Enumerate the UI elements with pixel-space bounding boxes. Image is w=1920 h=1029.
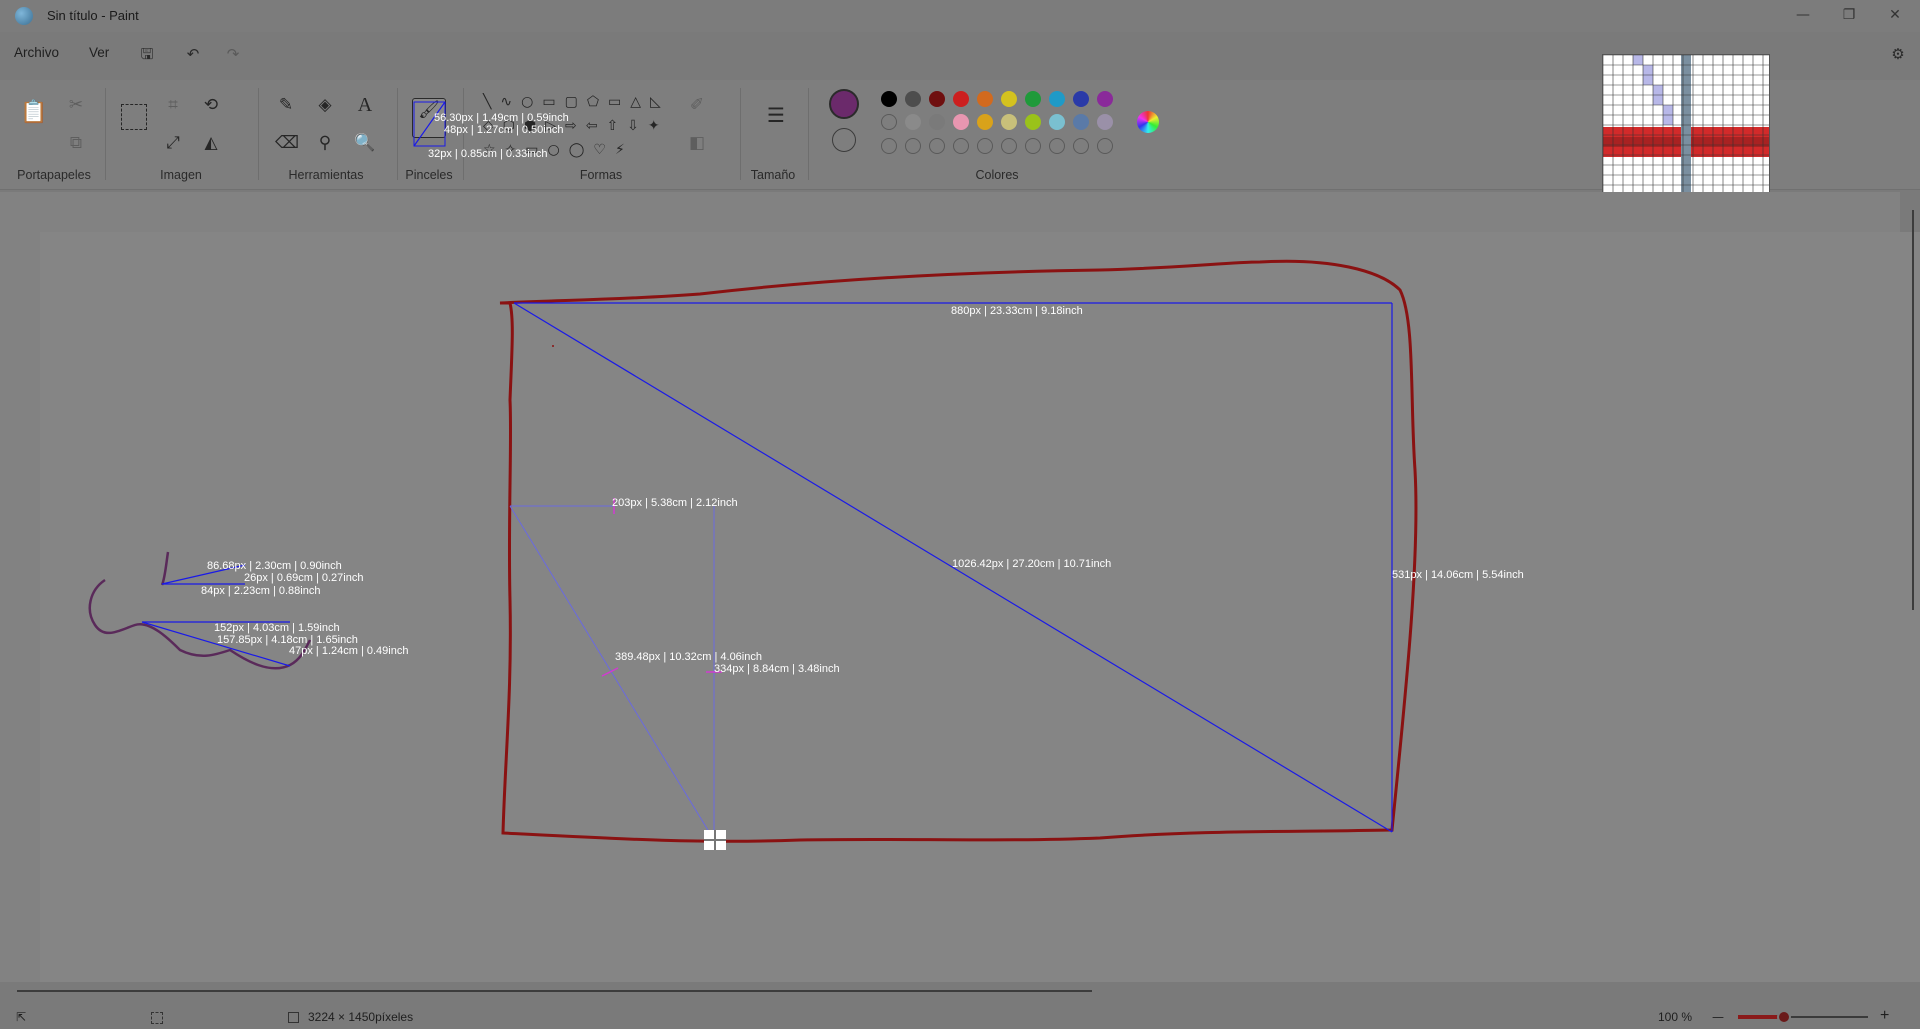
pointer-icon: ⇱ — [16, 1010, 27, 1024]
canvas-size: 3224 × 1450píxeles — [308, 1010, 414, 1024]
selection-size-icon — [151, 1012, 163, 1024]
label-small-3: 84px | 2.23cm | 0.88inch — [201, 585, 320, 597]
measure-line-inner-diag — [509, 505, 715, 841]
label-inner-h: 203px | 5.38cm | 2.12inch — [612, 497, 738, 509]
label-diagonal: 1026.42px | 27.20cm | 10.71inch — [952, 558, 1111, 570]
canvas-size-icon — [288, 1012, 299, 1023]
crosshair-cursor — [704, 830, 726, 850]
label-small-1: 86.68px | 2.30cm | 0.90inch — [207, 560, 342, 572]
label-small-2: 26px | 0.69cm | 0.27inch — [244, 572, 363, 584]
drawing-overlay: 56.30px | 1.49cm | 0.59inch 48px | 1.27c… — [88, 101, 1524, 850]
brush-label-3: 32px | 0.85cm | 0.33inch — [428, 148, 547, 160]
label-small-4: 152px | 4.03cm | 1.59inch — [214, 622, 340, 634]
label-inner-diag: 389.48px | 10.32cm | 4.06inch — [615, 651, 762, 663]
zoom-out-button[interactable]: — — [1712, 1010, 1724, 1024]
brush-label-1: 56.30px | 1.49cm | 0.59inch — [434, 112, 569, 124]
label-small-6: 47px | 1.24cm | 0.49inch — [289, 645, 408, 657]
status-bar: ⇱ 3224 × 1450píxeles 100 % — + — [0, 1004, 1920, 1029]
red-freehand-shape — [499, 259, 1418, 843]
brush-label-2: 48px | 1.27cm | 0.50inch — [444, 124, 563, 136]
zoom-in-button[interactable]: + — [1880, 1007, 1889, 1025]
brush-measure-diag — [413, 101, 446, 147]
label-right: 531px | 14.06cm | 5.54inch — [1392, 569, 1524, 581]
dot — [552, 345, 554, 347]
purple-hook — [160, 551, 170, 586]
zoom-slider[interactable] — [1738, 1010, 1868, 1024]
label-inner-v: 334px | 8.84cm | 3.48inch — [714, 663, 840, 675]
zoom-percent: 100 % — [1658, 1010, 1693, 1024]
label-top: 880px | 23.33cm | 9.18inch — [951, 305, 1083, 317]
zoom-slider-thumb[interactable] — [1776, 1010, 1791, 1024]
